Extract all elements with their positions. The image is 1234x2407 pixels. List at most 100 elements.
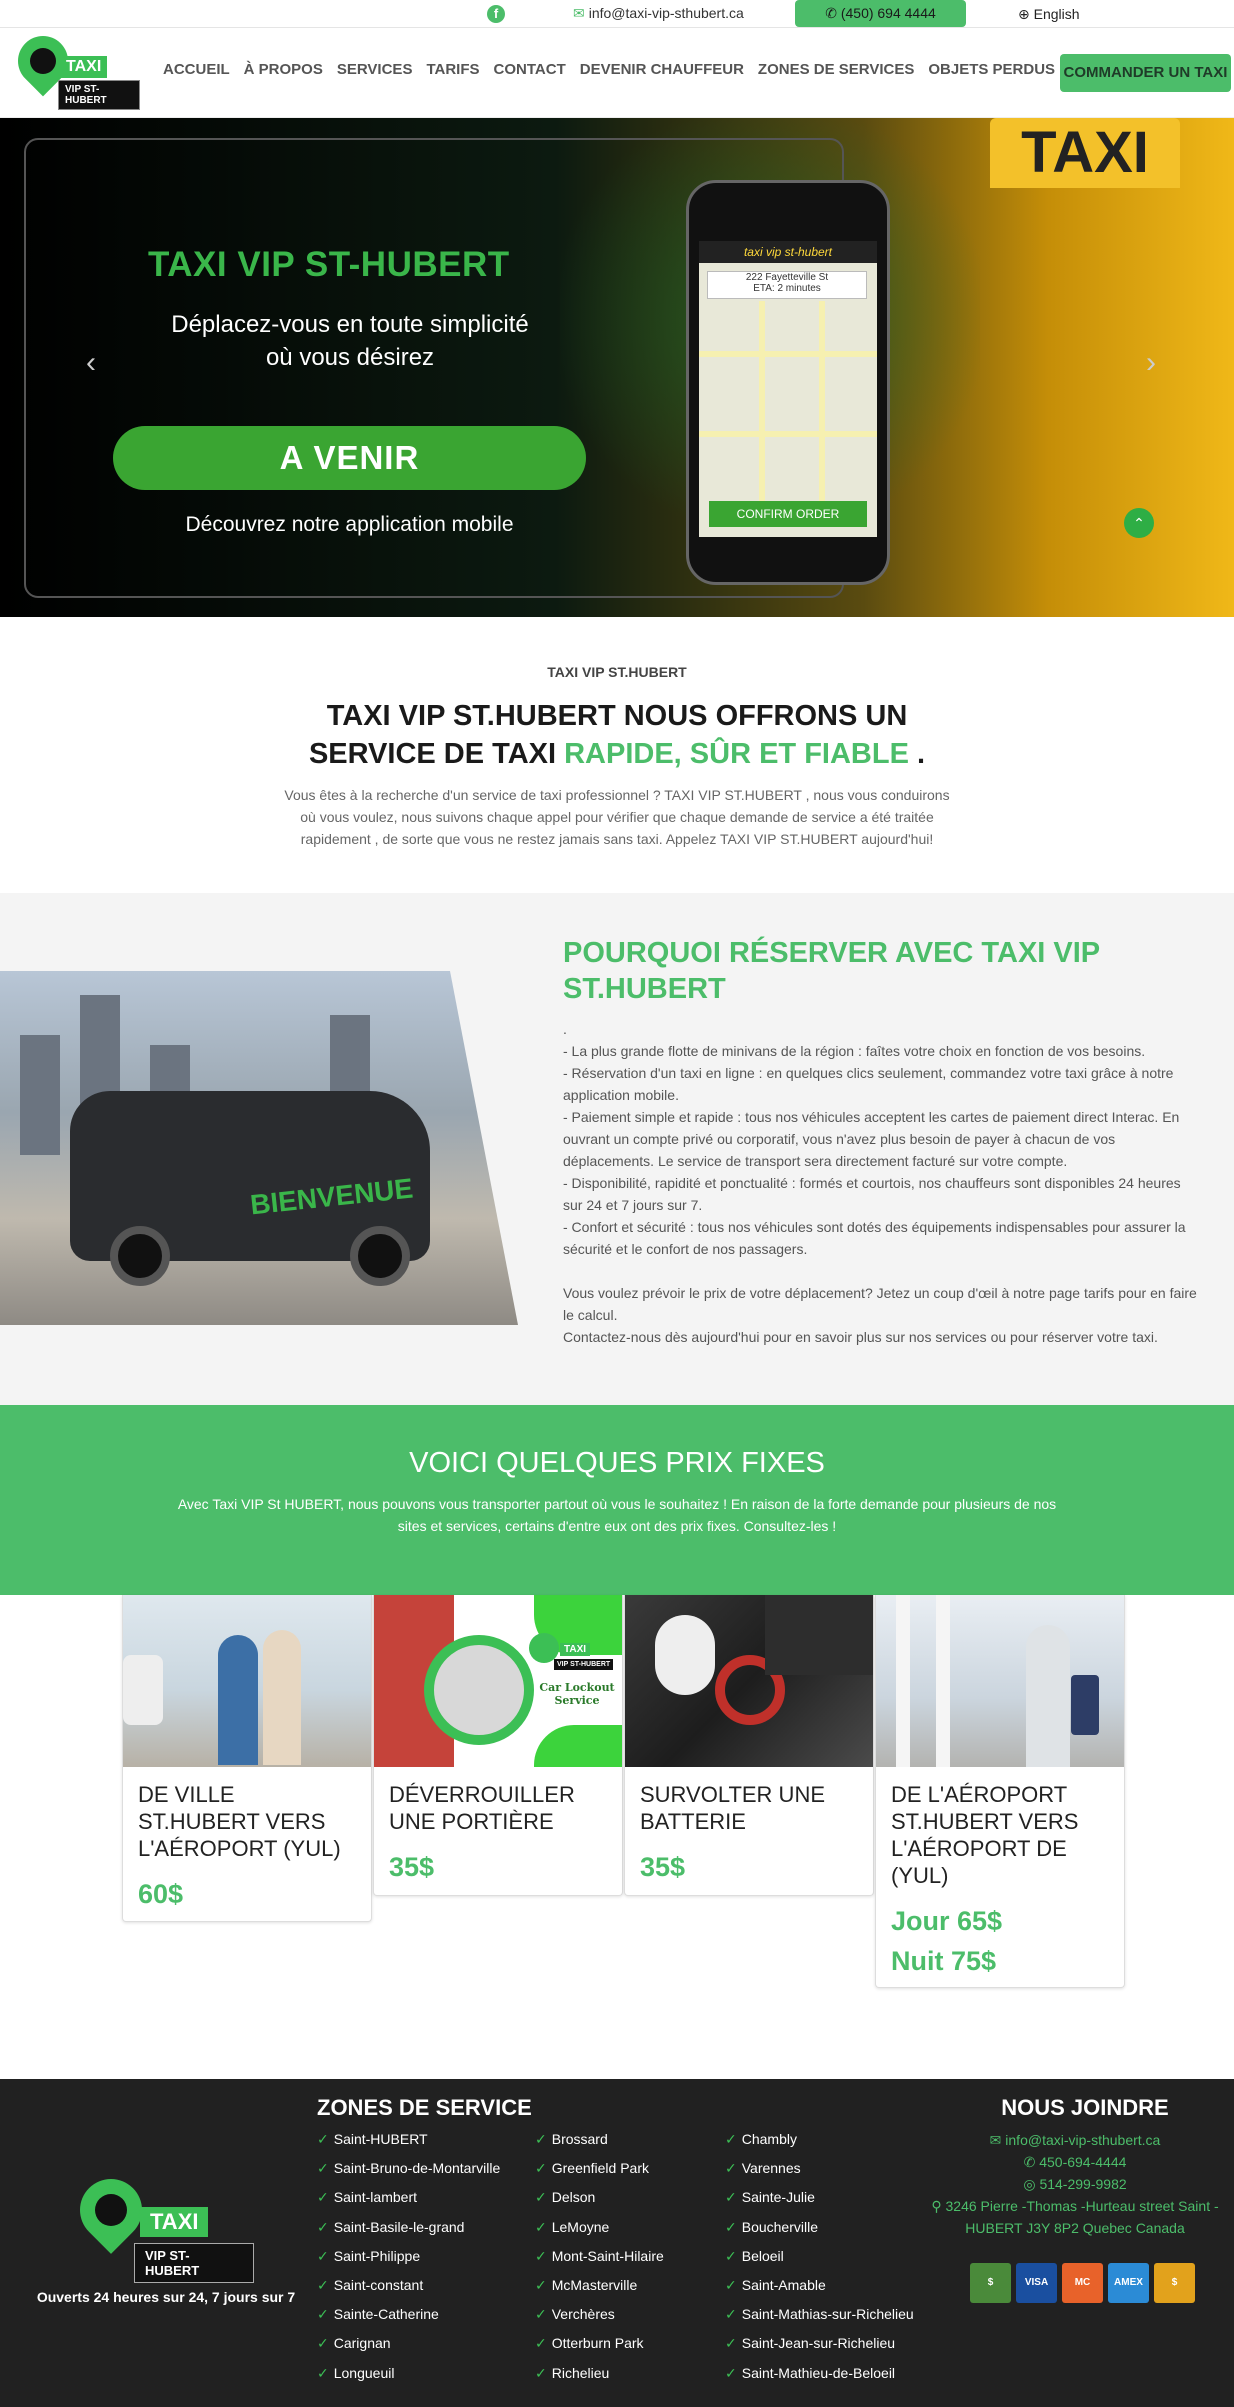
footer-email[interactable]: ✉ info@taxi-vip-sthubert.ca [916,2129,1234,2151]
why-line: - Confort et sécurité : tous nos véhicul… [563,1219,1186,1257]
visa-card-icon: VISA [1016,2263,1057,2303]
email-link[interactable]: ✉ info@taxi-vip-sthubert.ca [573,5,744,22]
zone-item: ✓ Saint-Basile-le-grand [317,2219,527,2248]
nav-item-objets-perdus[interactable]: OBJETS PERDUS [928,61,1055,78]
zone-item: ✓ Saint-Philippe [317,2248,527,2277]
nav-item-accueil[interactable]: ACCUEIL [163,61,230,78]
intro-title-end: . [908,738,926,770]
zone-item: ✓ Brossard [535,2131,745,2160]
contact-list: ✉ info@taxi-vip-sthubert.ca ✆ 450-694-44… [916,2129,1234,2239]
zone-name: Boucherville [741,2218,818,2235]
check-icon: ✓ [317,2276,329,2293]
slider-prev-icon[interactable]: ‹ [86,346,96,380]
check-icon: ✓ [725,2247,737,2264]
language-switch[interactable]: ⊕ English [1018,6,1080,23]
check-icon: ✓ [535,2189,547,2206]
slider-next-icon[interactable]: › [1146,346,1156,380]
zone-name: Saint-Amable [741,2276,826,2293]
check-icon: ✓ [317,2160,329,2177]
check-icon: ✓ [317,2131,329,2147]
footer-email-text: info@taxi-vip-sthubert.ca [1005,2132,1161,2148]
zone-item: ✓ Verchères [535,2306,745,2335]
nav-item-contact[interactable]: CONTACT [494,61,566,78]
zone-item: ✓ Saint-Mathieu-de-Beloeil [725,2365,935,2394]
check-icon: ✓ [317,2364,329,2381]
mastercard-icon: MC [1062,2263,1103,2303]
whatsapp-icon: ◎ [1023,2176,1040,2192]
zone-name: Brossard [551,2131,608,2147]
check-icon: ✓ [725,2131,737,2147]
check-icon: ✓ [725,2364,737,2381]
why-line: Vous voulez prévoir le prix de votre dép… [563,1285,1197,1323]
price-card[interactable]: SURVOLTER UNE BATTERIE 35$ [624,1595,874,1896]
zone-name: LeMoyne [551,2218,610,2235]
zone-item: ✓ Greenfield Park [535,2160,745,2189]
nav-item-devenir-chauffeur[interactable]: DEVENIR CHAUFFEUR [580,61,744,78]
zone-name: Saint-lambert [333,2189,417,2206]
hero-subtitle-line1: Déplacez-vous en toute simplicité [171,311,529,338]
facebook-icon[interactable]: f [487,5,505,23]
coming-soon-button[interactable]: A VENIR [113,426,586,490]
card-prices: Jour 65$ Nuit 75$ [891,1901,1109,1981]
zone-name: Saint-Basile-le-grand [333,2218,465,2235]
price-card[interactable]: DE VILLE ST.HUBERT VERS L'AÉROPORT (YUL)… [122,1595,372,1922]
check-icon: ✓ [317,2189,329,2206]
zone-name: Longueuil [333,2364,395,2381]
card-price: 35$ [389,1852,435,1882]
zone-name: Saint-Mathias-sur-Richelieu [741,2306,914,2323]
logo[interactable]: TAXI VIP ST-HUBERT [7,25,140,111]
zone-item: ✓ Saint-lambert [317,2189,527,2218]
check-icon: ✓ [317,2335,329,2352]
footer-hours: Ouverts 24 heures sur 24, 7 jours sur 7 [36,2289,296,2305]
footer-whatsapp-text: 514-299-9982 [1039,2176,1127,2192]
zone-item: ✓ Saint-Bruno-de-Montarville [317,2160,527,2189]
footer-logo[interactable]: TAXI VIP ST-HUBERT [67,2166,254,2289]
card-title: DE L'AÉROPORT ST.HUBERT VERS L'AÉROPORT … [891,1782,1079,1888]
footer: TAXI VIP ST-HUBERT Ouverts 24 heures sur… [0,2079,1234,2407]
card-badge-sub: VIP ST-HUBERT [554,1659,614,1670]
footer-phone[interactable]: ✆ 450-694-4444 [916,2151,1234,2173]
phone-text: (450) 694 4444 [840,5,936,21]
scroll-up-icon[interactable]: ⌃ [1124,508,1154,538]
hero-subtitle: Déplacez-vous en toute simplicité où vou… [120,308,580,374]
footer-whatsapp[interactable]: ◎ 514-299-9982 [916,2173,1234,2195]
zone-item: ✓ Saint-constant [317,2277,527,2306]
why-line: - Disponibilité, rapidité et ponctualité… [563,1175,1181,1213]
zone-item: ✓ Sainte-Julie [725,2189,935,2218]
zone-name: Sainte-Catherine [333,2306,439,2323]
why-spacer [563,1260,1203,1282]
check-icon: ✓ [535,2364,547,2381]
zone-item: ✓ Varennes [725,2160,935,2189]
zone-item: ✓ Carignan [317,2335,527,2364]
zone-name: Richelieu [551,2364,610,2381]
nav-item-tarifs[interactable]: TARIFS [426,61,479,78]
intro-kicker: TAXI VIP ST.HUBERT [547,664,687,680]
check-icon: ✓ [317,2218,329,2235]
zone-item: ✓ Saint-Jean-sur-Richelieu [725,2335,935,2364]
nav-item-services[interactable]: SERVICES [337,61,413,78]
nav-item-a-propos[interactable]: À PROPOS [244,61,323,78]
card-title: DÉVERROUILLER UNE PORTIÈRE [389,1782,575,1834]
zone-item: ✓ Otterburn Park [535,2335,745,2364]
nav-item-zones[interactable]: ZONES DE SERVICES [758,61,914,78]
zone-item: ✓ Sainte-Catherine [317,2306,527,2335]
zone-name: Carignan [333,2335,391,2352]
zone-name: Saint-Bruno-de-Montarville [333,2160,501,2177]
envelope-icon: ✉ [573,5,585,21]
footer-logo-sub: VIP ST-HUBERT [134,2243,254,2283]
payment-methods: $ VISA MC AMEX $ [970,2263,1195,2303]
globe-icon: ⊕ [1018,6,1030,22]
price-card[interactable]: TAXI VIP ST-HUBERT Car Lockout Service D… [373,1595,623,1896]
why-line: - Réservation d'un taxi en ligne : en qu… [563,1065,1174,1103]
intro-paragraph: Vous êtes à la recherche d'un service de… [284,787,950,847]
check-icon: ✓ [317,2247,329,2264]
phone-button[interactable]: ✆ (450) 694 4444 [795,0,966,27]
hero-app-text: Découvrez notre application mobile [185,513,514,536]
taxi-roof-sign: TAXI [990,118,1180,188]
order-taxi-button[interactable]: COMMANDER UN TAXI [1060,54,1231,92]
why-text: . - La plus grande flotte de minivans de… [563,1018,1203,1348]
phone-eta: ETA: 2 minutes [753,283,821,294]
intro-title: TAXI VIP ST.HUBERT NOUS OFFRONS UN SERVI… [300,697,934,773]
price-card[interactable]: DE L'AÉROPORT ST.HUBERT VERS L'AÉROPORT … [875,1595,1125,1988]
zone-name: Saint-HUBERT [333,2131,428,2147]
